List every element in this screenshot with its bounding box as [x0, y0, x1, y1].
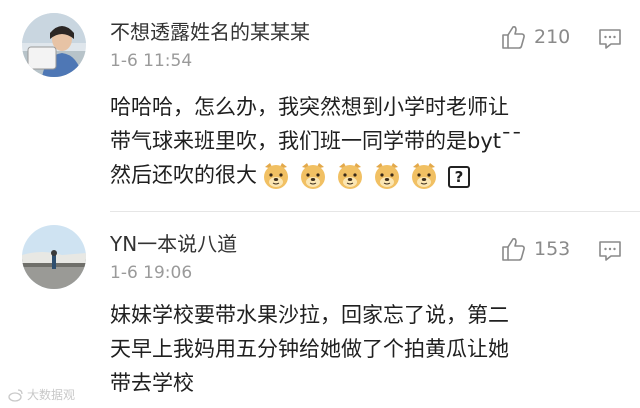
- avatar[interactable]: [22, 13, 86, 77]
- comment-text: 哈哈哈，怎么办，我突然想到小学时老师让 带气球来班里吹，我们班一同学带的是byt…: [110, 90, 630, 192]
- username[interactable]: 不想透露姓名的某某某: [110, 16, 310, 45]
- comment-line: 天早上我妈用五分钟给她做了个拍黄瓜让她: [110, 337, 509, 361]
- like-button[interactable]: 210: [500, 24, 570, 50]
- reply-button[interactable]: [598, 28, 622, 54]
- comment-line: 哈哈哈，怎么办，我突然想到小学时老师让: [110, 95, 509, 119]
- like-button[interactable]: 153: [500, 236, 570, 262]
- watermark-text: 大数据观: [27, 388, 76, 402]
- comment-icon: [599, 241, 621, 261]
- comment-icon: [599, 29, 621, 49]
- timestamp: 1-6 19:06: [110, 263, 193, 283]
- weibo-logo-icon: [8, 388, 23, 402]
- comment-line-with-emoji: 然后还吹的很大?: [110, 158, 630, 192]
- comment-line: 妹妹学校要带水果沙拉，回家忘了说，第二: [110, 303, 509, 327]
- unknown-glyph-box: ?: [448, 166, 470, 188]
- like-count: 153: [534, 238, 571, 260]
- divider: [110, 211, 640, 212]
- avatar[interactable]: [22, 225, 86, 289]
- thumbs-up-icon: [502, 26, 525, 49]
- comment-line: 带去学校: [110, 371, 194, 395]
- comment-item: YN一本说八道 1-6 19:06 153 妹妹学校要带水果沙拉，回家忘了说，第…: [0, 216, 640, 408]
- comment-item: 不想透露姓名的某某某 1-6 11:54 210 哈哈哈，怎么办，我突然想到小学…: [0, 0, 640, 212]
- comment-line: 带气球来班里吹，我们班一同学带的是byt¯¯: [110, 129, 522, 153]
- doge-emoji-icon: [412, 163, 436, 189]
- doge-emoji-icon: [301, 163, 325, 189]
- emoji-row: [261, 161, 446, 191]
- comment-text: 妹妹学校要带水果沙拉，回家忘了说，第二 天早上我妈用五分钟给她做了个拍黄瓜让她 …: [110, 298, 630, 400]
- reply-button[interactable]: [598, 240, 622, 266]
- doge-emoji-icon: [264, 163, 288, 189]
- comment-line: 然后还吹的很大: [110, 163, 257, 187]
- thumbs-up-icon: [502, 238, 525, 261]
- doge-emoji-icon: [375, 163, 399, 189]
- like-count: 210: [534, 26, 571, 48]
- watermark: 大数据观: [8, 386, 75, 403]
- timestamp: 1-6 11:54: [110, 51, 193, 71]
- doge-emoji-icon: [338, 163, 362, 189]
- username[interactable]: YN一本说八道: [110, 228, 237, 257]
